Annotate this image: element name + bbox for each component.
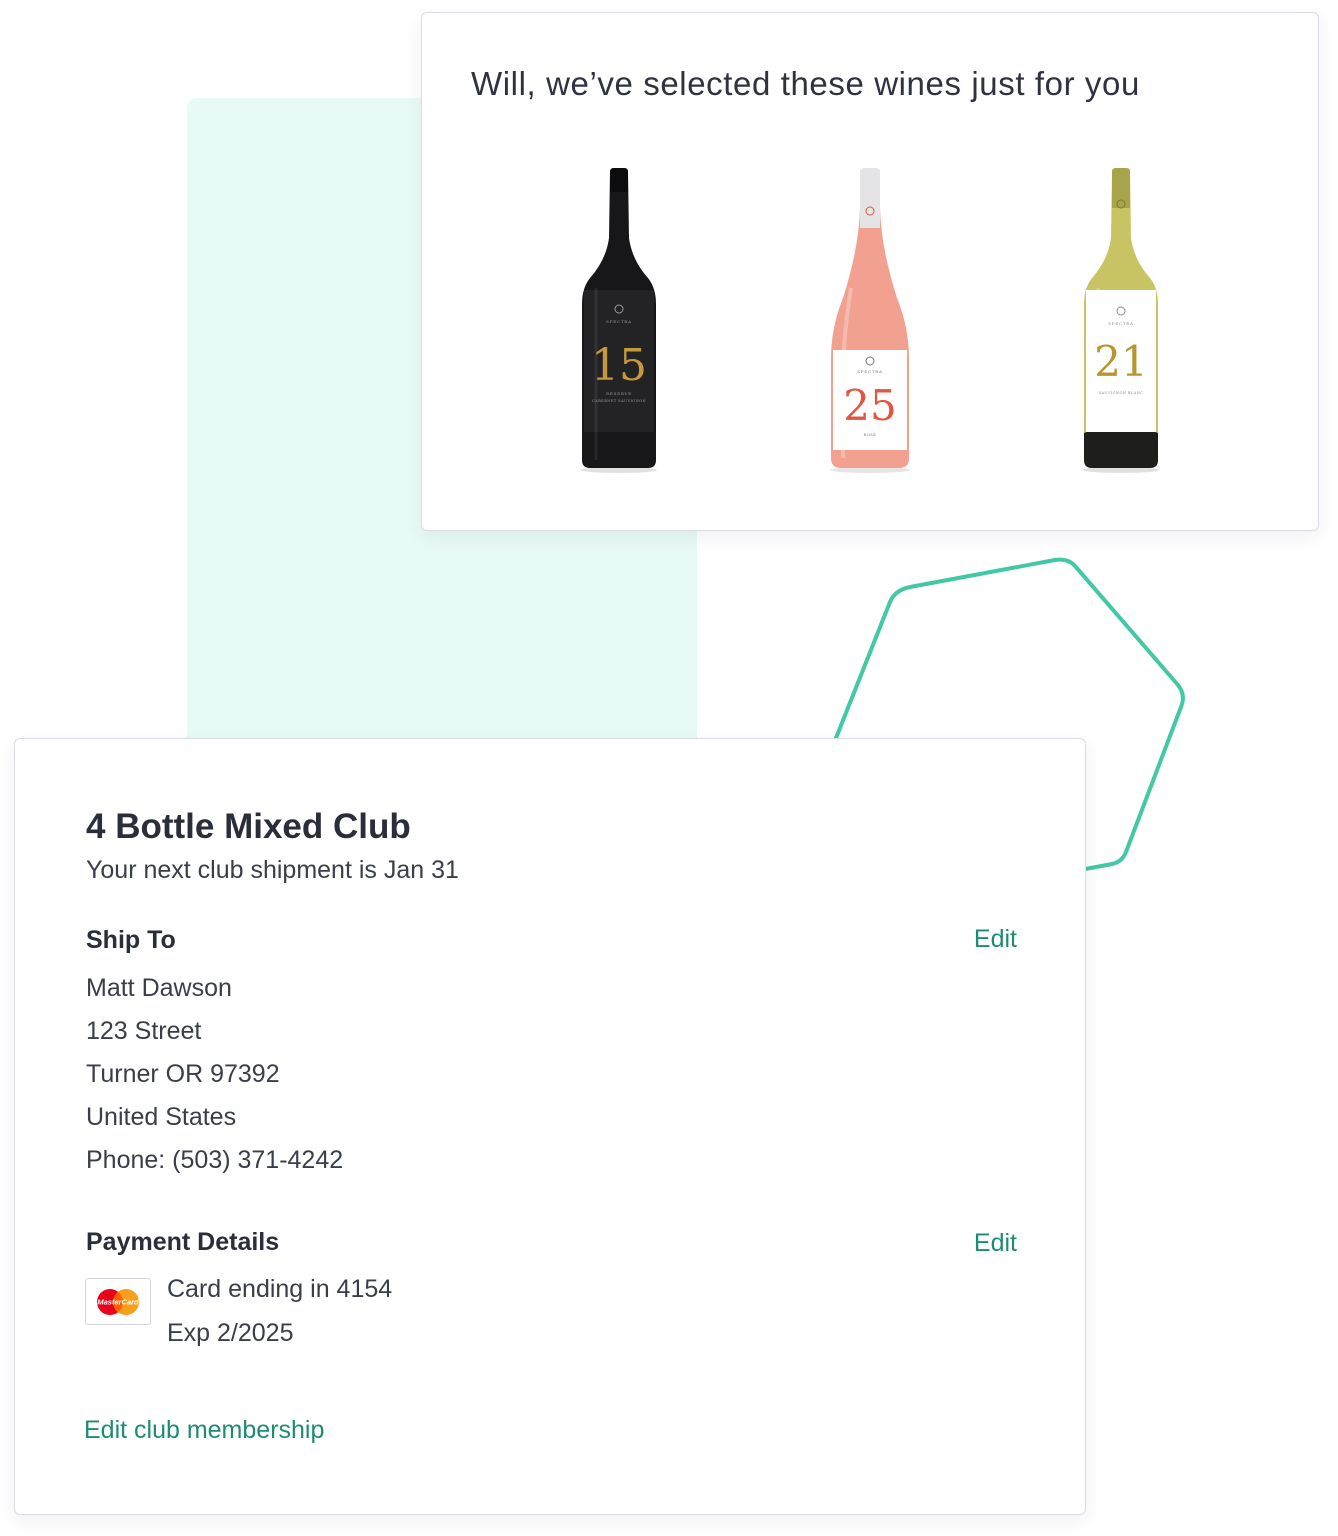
card-ending-text: Card ending in 4154	[167, 1275, 393, 1303]
next-shipment-text: Your next club shipment is Jan 31	[86, 856, 459, 884]
ship-to-heading: Ship To	[86, 926, 176, 954]
wine-label-number: 15	[591, 340, 647, 391]
wine-label-varietal: SAUVIGNON BLANC	[1099, 391, 1144, 395]
wine-label-brand: SPECTRA	[1108, 321, 1134, 326]
wine-label-varietal: ROSÉ	[864, 432, 877, 437]
wine-label-number: 25	[843, 381, 896, 430]
wine-bottle-white[interactable]: SPECTRA 21 SAUVIGNON BLANC	[1076, 168, 1166, 474]
wine-label-tier: RESERVE	[606, 391, 632, 396]
street-address: 123 Street	[86, 1017, 202, 1045]
payment-details-heading: Payment Details	[86, 1228, 280, 1256]
wine-label-number: 21	[1094, 337, 1147, 386]
wine-bottle-rose[interactable]: SPECTRA 25 ROSÉ	[825, 168, 915, 474]
city-state-zip: Turner OR 97392	[86, 1060, 280, 1088]
wine-label-brand: SPECTRA	[857, 369, 883, 374]
wine-selection-heading: Will, we’ve selected these wines just fo…	[471, 65, 1140, 102]
shipping-address: Matt Dawson 123 Street Turner OR 97392 U…	[86, 972, 343, 1187]
edit-payment-link[interactable]: Edit	[974, 1229, 1017, 1258]
mastercard-icon: MasterCard	[85, 1278, 151, 1325]
club-title: 4 Bottle Mixed Club	[86, 807, 411, 846]
wine-label-varietal: CABERNET SAUVIGNON	[592, 399, 646, 403]
wine-bottle-red[interactable]: SPECTRA 15 RESERVE CABERNET SAUVIGNON	[574, 168, 664, 474]
card-brand-wordmark: MasterCard	[97, 1298, 139, 1307]
wine-selection-card: Will, we’ve selected these wines just fo…	[421, 12, 1319, 531]
recipient-name: Matt Dawson	[86, 974, 232, 1002]
country: United States	[86, 1103, 237, 1131]
club-membership-card: 4 Bottle Mixed Club Your next club shipm…	[14, 738, 1086, 1515]
phone-number: Phone: (503) 371-4242	[86, 1146, 344, 1174]
edit-ship-to-link[interactable]: Edit	[974, 925, 1017, 954]
edit-club-membership-link[interactable]: Edit club membership	[84, 1416, 324, 1445]
wine-label-brand: SPECTRA	[606, 319, 632, 324]
card-expiry-text: Exp 2/2025	[167, 1319, 294, 1347]
